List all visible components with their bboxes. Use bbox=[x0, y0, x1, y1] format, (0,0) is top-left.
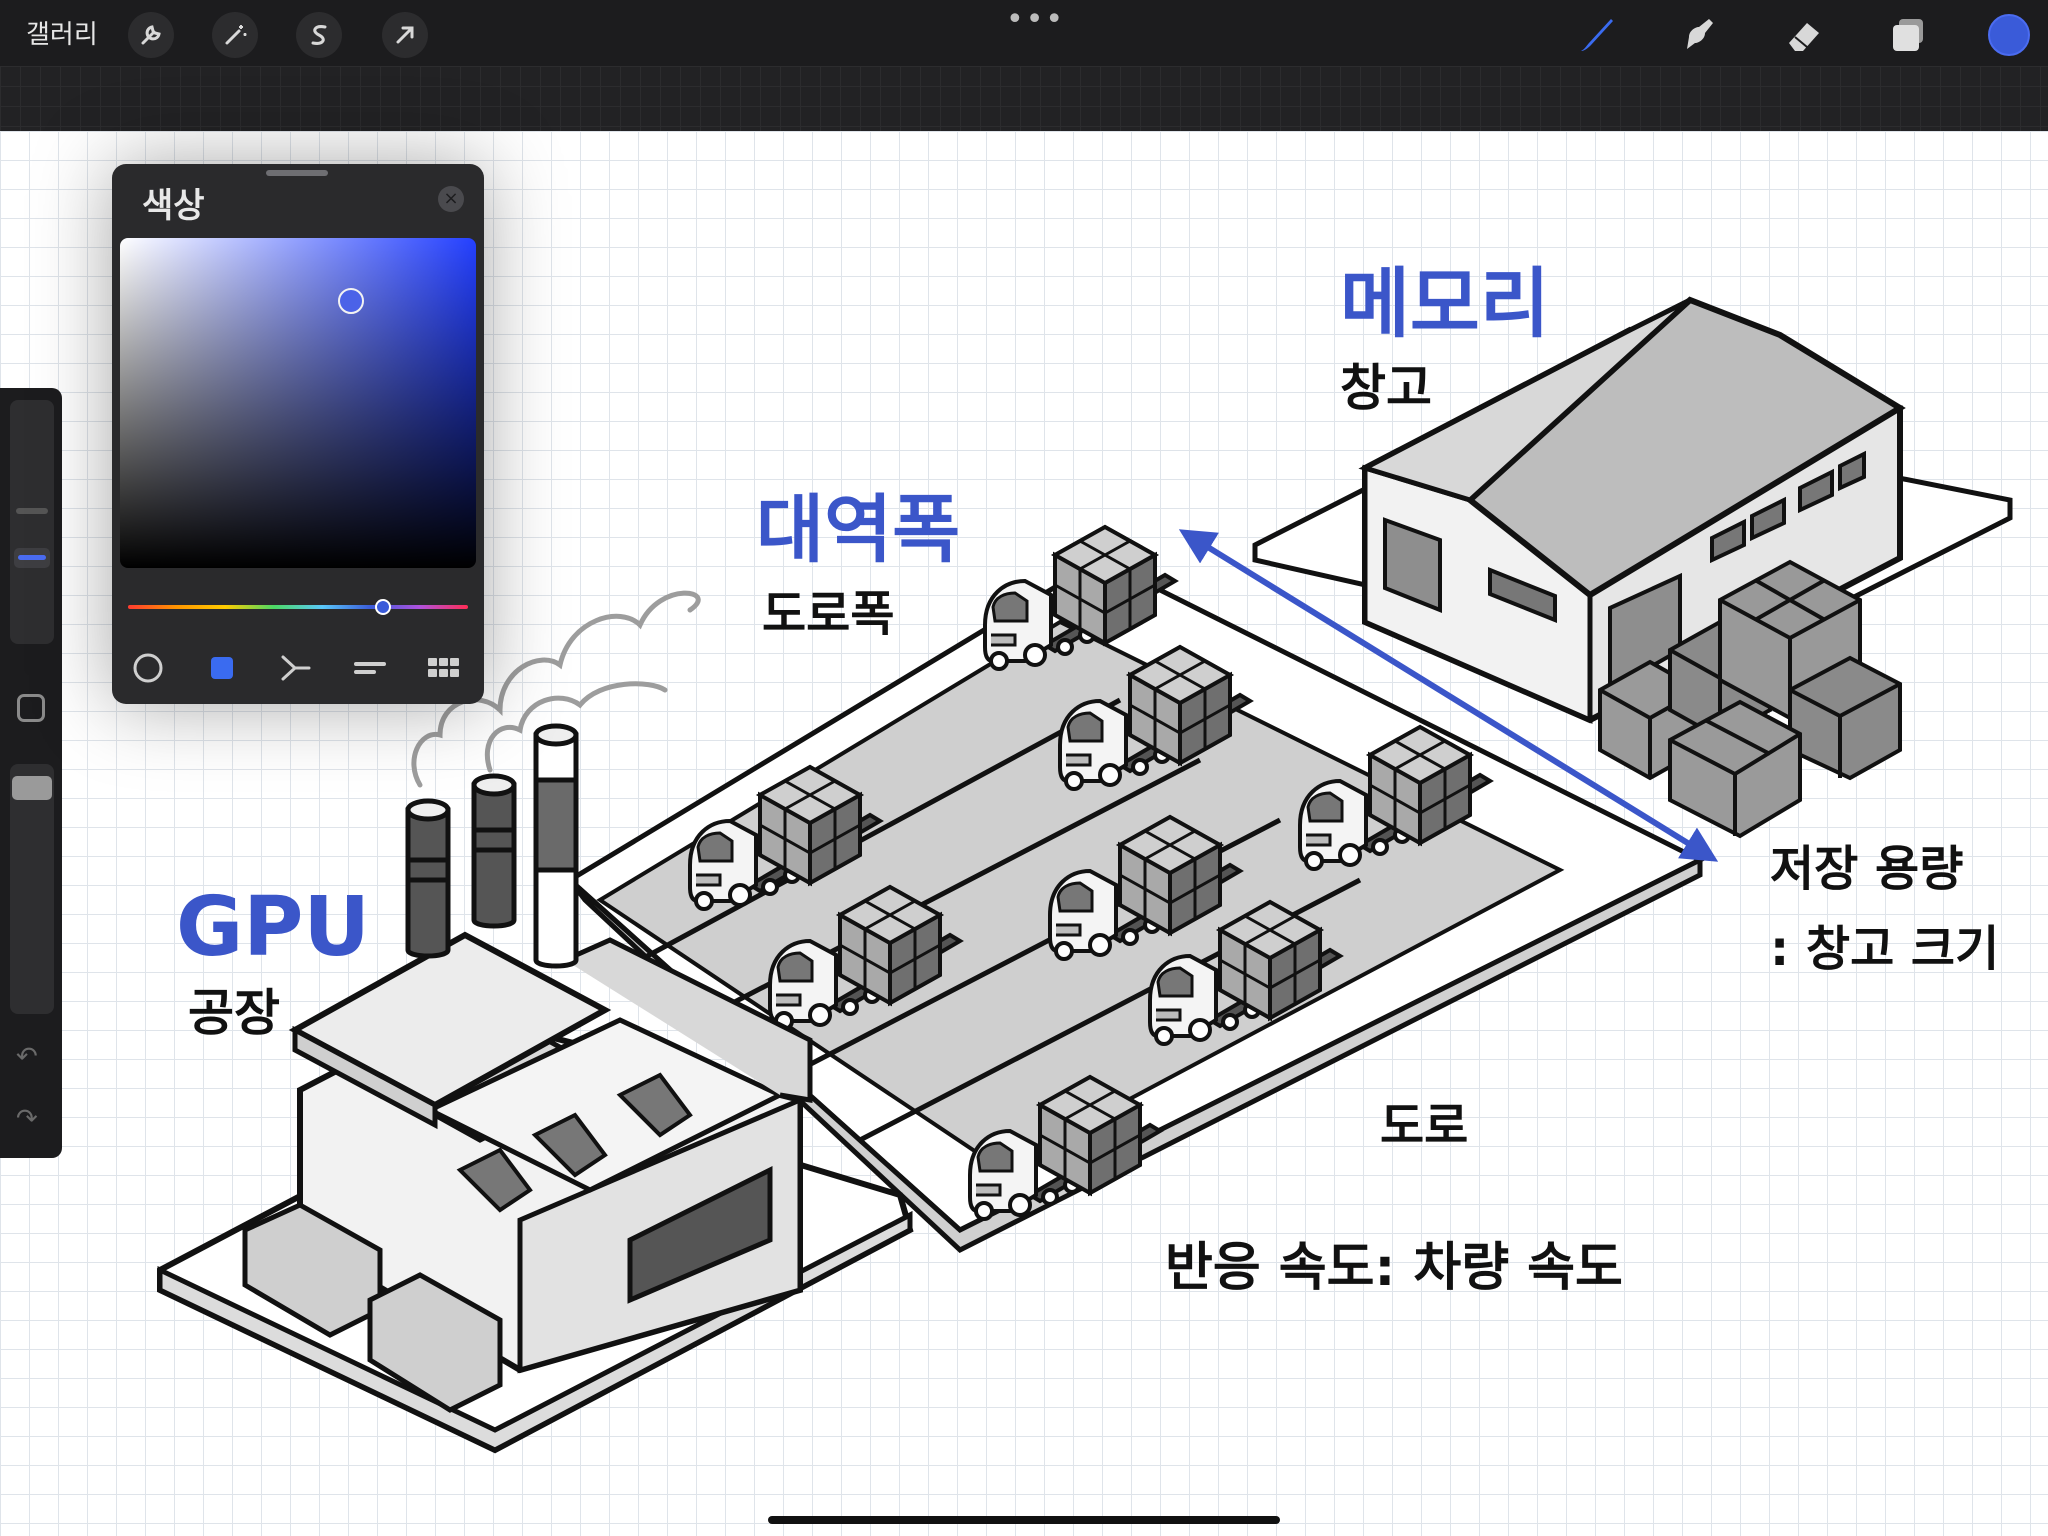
value-tab[interactable] bbox=[342, 640, 398, 696]
bandwidth-title: 대역폭 bbox=[756, 487, 960, 573]
color-gradient-square[interactable] bbox=[120, 238, 476, 568]
gpu-subtitle: 공장 bbox=[188, 984, 280, 1042]
memory-title: 메모리 bbox=[1340, 259, 1550, 348]
smudge-icon[interactable] bbox=[1674, 12, 1720, 58]
more-options-button[interactable]: ••• bbox=[1006, 2, 1065, 37]
undo-icon[interactable]: ↶ bbox=[16, 1042, 38, 1072]
hue-slider-handle[interactable] bbox=[375, 599, 391, 615]
close-icon[interactable]: × bbox=[438, 186, 464, 212]
magic-wand-icon[interactable] bbox=[212, 12, 258, 58]
brush-size-handle[interactable] bbox=[14, 548, 50, 568]
current-color-swatch[interactable] bbox=[1988, 14, 2030, 56]
gallery-button[interactable]: 갤러리 bbox=[26, 14, 98, 51]
gpu-title: GPU bbox=[176, 880, 370, 975]
color-mode-tabs bbox=[112, 640, 484, 700]
brush-icon[interactable] bbox=[1572, 12, 1618, 58]
capacity-label-line1: 저장 용량 bbox=[1770, 841, 1963, 897]
eraser-icon[interactable] bbox=[1780, 12, 1826, 58]
left-sidebar: ↶ ↷ bbox=[0, 388, 62, 1158]
disc-tab[interactable] bbox=[120, 640, 176, 696]
color-panel: 색상 × bbox=[112, 164, 484, 704]
classic-tab[interactable] bbox=[194, 640, 250, 696]
redo-icon[interactable]: ↷ bbox=[16, 1104, 38, 1134]
wrench-icon[interactable] bbox=[128, 12, 174, 58]
capacity-label-line2: : 창고 크기 bbox=[1770, 921, 1999, 977]
hue-slider[interactable] bbox=[128, 599, 468, 615]
home-indicator bbox=[768, 1516, 1280, 1524]
color-picker-handle[interactable] bbox=[338, 288, 364, 314]
modifier-square-button[interactable] bbox=[17, 694, 45, 722]
palettes-tab[interactable] bbox=[416, 640, 472, 696]
brush-size-slider[interactable] bbox=[10, 400, 54, 644]
size-tick bbox=[16, 508, 48, 514]
opacity-handle[interactable] bbox=[12, 776, 52, 800]
memory-subtitle: 창고 bbox=[1340, 359, 1432, 417]
harmony-tab[interactable] bbox=[268, 640, 324, 696]
layers-icon[interactable] bbox=[1884, 12, 1930, 58]
latency-label: 반응 속도: 차량 속도 bbox=[1165, 1238, 1623, 1298]
bandwidth-subtitle: 도로폭 bbox=[762, 586, 894, 642]
selection-icon[interactable] bbox=[296, 12, 342, 58]
opacity-slider[interactable] bbox=[10, 764, 54, 1014]
color-panel-title: 색상 bbox=[142, 186, 205, 226]
panel-grabber[interactable] bbox=[266, 170, 328, 176]
road-label: 도로 bbox=[1380, 1098, 1468, 1154]
toolbar-shelf bbox=[0, 66, 2048, 131]
transform-arrow-icon[interactable] bbox=[382, 12, 428, 58]
